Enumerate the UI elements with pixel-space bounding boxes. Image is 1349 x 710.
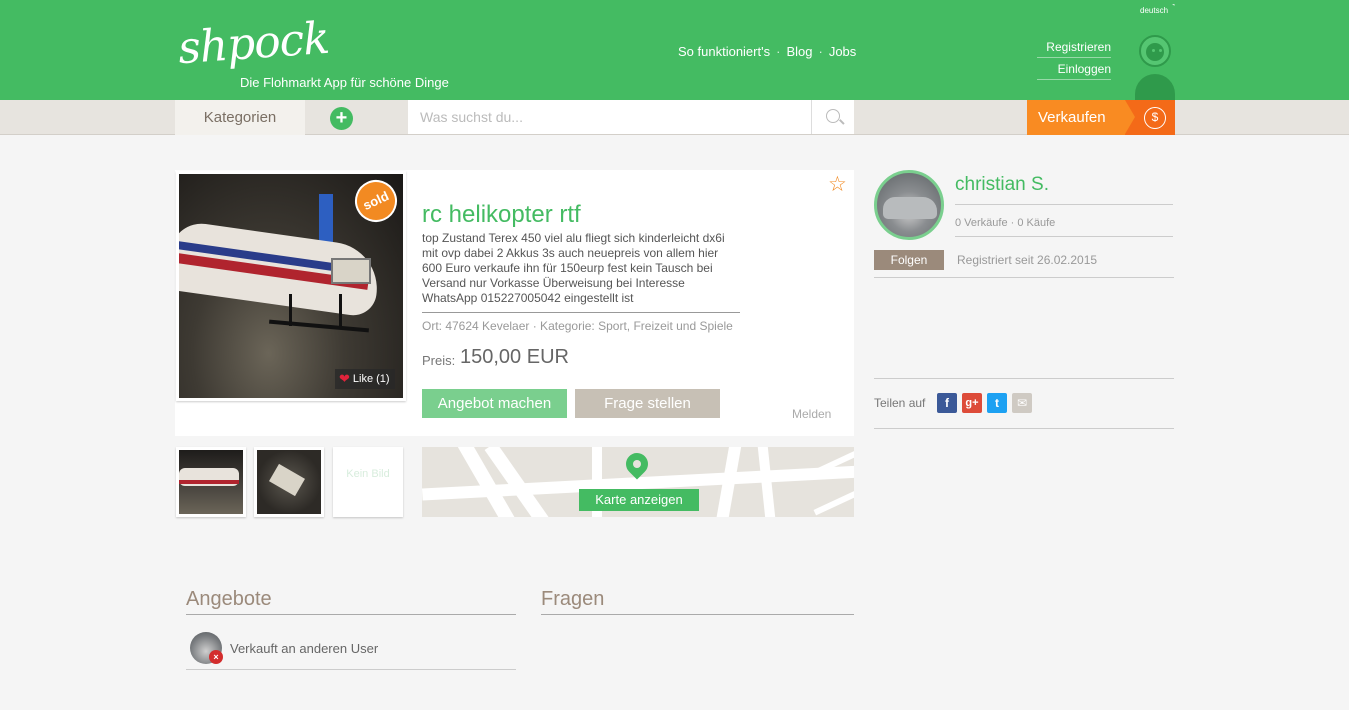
- map-road: [813, 484, 854, 516]
- seller-stats: 0 Verkäufe · 0 Käufe: [955, 217, 1173, 237]
- thumbnail-2[interactable]: [254, 447, 324, 517]
- offers-heading: Angebote: [186, 588, 516, 615]
- listing-title: rc helikopter rtf: [422, 201, 581, 228]
- thumbnail-image: [179, 450, 243, 514]
- avatar-face: [1146, 43, 1164, 61]
- thumbnail-1[interactable]: [176, 447, 246, 517]
- seller-name[interactable]: christian S.: [955, 174, 1173, 205]
- nav-separator: ·: [776, 44, 781, 59]
- thumbnail-image: [257, 450, 321, 514]
- thumbnail-empty: Kein Bild: [333, 447, 403, 517]
- make-offer-button[interactable]: Angebot machen: [422, 389, 567, 418]
- price-value: 150,00 EUR: [460, 346, 569, 368]
- nav-jobs[interactable]: Jobs: [829, 44, 856, 59]
- share-label: Teilen auf: [874, 396, 926, 410]
- divider: [874, 277, 1174, 278]
- search-button[interactable]: [811, 100, 854, 134]
- tagline: Die Flohmarkt App für schöne Dinge: [240, 75, 449, 90]
- thumb-shape: [179, 480, 239, 484]
- report-link[interactable]: Melden: [792, 407, 831, 421]
- user-avatar-icon[interactable]: [1139, 35, 1171, 67]
- no-image-label: Kein Bild: [346, 468, 390, 480]
- sold-x-icon: ×: [209, 650, 223, 664]
- seller-avatar[interactable]: [874, 170, 944, 240]
- sell-arrow-shape: [1125, 100, 1135, 134]
- categories-button[interactable]: Kategorien: [175, 100, 305, 135]
- email-icon[interactable]: ✉: [1012, 393, 1032, 413]
- divider: [874, 378, 1174, 379]
- offer-status-text: Verkauft an anderen User: [230, 641, 379, 656]
- sell-button[interactable]: Verkaufen: [1027, 100, 1125, 135]
- photo-rotor: [319, 194, 333, 244]
- questions-heading: Fragen: [541, 588, 854, 615]
- nav-blog[interactable]: Blog: [786, 44, 812, 59]
- photo-heli-window: [331, 258, 371, 284]
- dollar-icon[interactable]: $: [1144, 107, 1166, 129]
- top-nav: So funktioniert's · Blog · Jobs: [678, 44, 856, 59]
- follow-button[interactable]: Folgen: [874, 250, 944, 270]
- google-plus-icon[interactable]: g+: [962, 393, 982, 413]
- divider: [874, 428, 1174, 429]
- twitter-icon[interactable]: t: [987, 393, 1007, 413]
- login-link[interactable]: Einloggen: [1037, 62, 1111, 80]
- facebook-icon[interactable]: f: [937, 393, 957, 413]
- nav-separator: ·: [818, 44, 823, 59]
- registered-since: Registriert seit 26.02.2015: [957, 253, 1098, 267]
- show-map-button[interactable]: Karte anzeigen: [579, 489, 699, 511]
- language-selector[interactable]: deutsch: [1140, 6, 1168, 15]
- favorite-star-icon[interactable]: ☆: [828, 174, 847, 195]
- photo-heli-leg: [339, 294, 342, 326]
- search-icon-handle: [839, 119, 845, 125]
- seller-avatar-image: [883, 197, 937, 219]
- search-input[interactable]: [408, 100, 812, 134]
- search-icon: [826, 109, 840, 123]
- register-link[interactable]: Registrieren: [1037, 40, 1111, 58]
- ask-question-button[interactable]: Frage stellen: [575, 389, 720, 418]
- nav-how-it-works[interactable]: So funktioniert's: [678, 44, 770, 59]
- thumb-shape: [269, 463, 305, 497]
- like-label: Like (1): [352, 373, 390, 385]
- language-caret-icon[interactable]: ˺: [1172, 3, 1175, 13]
- listing-meta: Ort: 47624 Kevelaer · Kategorie: Sport, …: [422, 319, 733, 333]
- listing-description: top Zustand Terex 450 viel alu fliegt si…: [422, 231, 740, 313]
- price-label: Preis:: [422, 353, 456, 368]
- shpock-logo[interactable]: shpock: [176, 13, 330, 74]
- heart-icon: ❤: [339, 371, 350, 386]
- avatar-eye: [1152, 49, 1155, 52]
- avatar-eye: [1159, 49, 1162, 52]
- photo-heli-skid: [269, 319, 369, 333]
- add-icon[interactable]: +: [330, 107, 353, 130]
- like-button[interactable]: ❤ Like (1): [335, 369, 395, 389]
